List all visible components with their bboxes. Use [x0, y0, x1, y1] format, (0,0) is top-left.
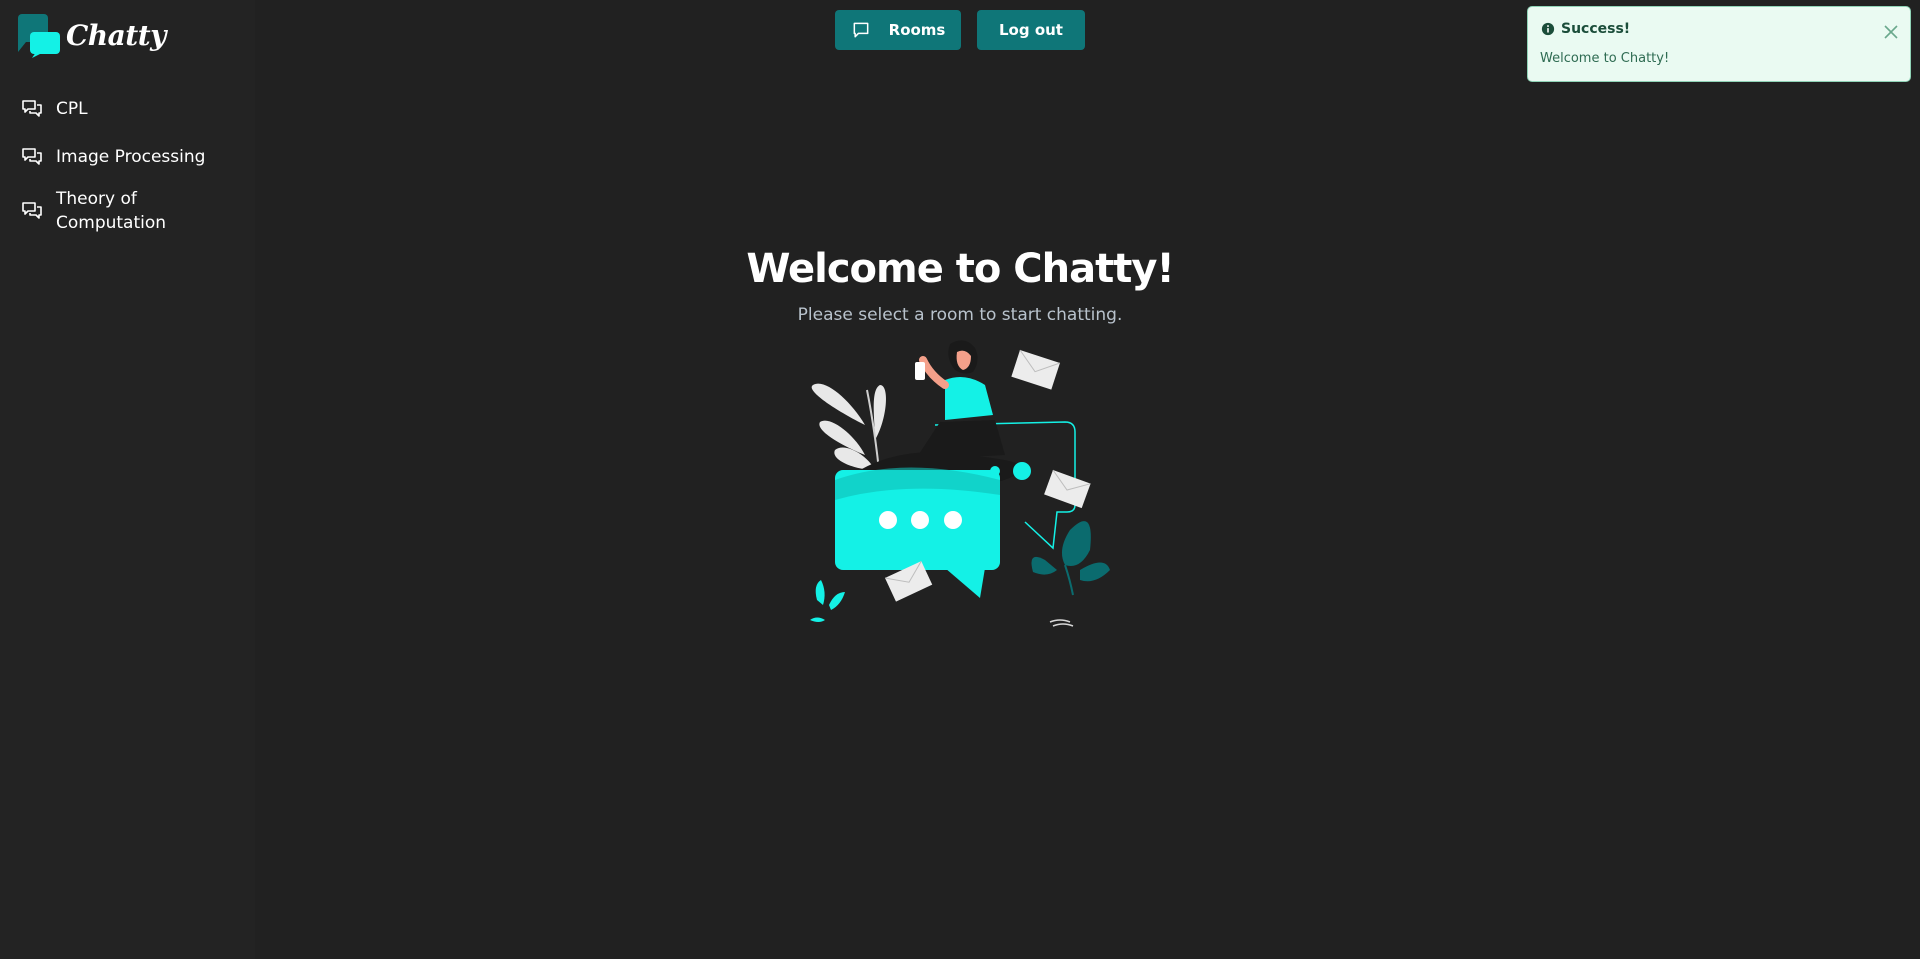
- chat-bubbles-icon: [22, 100, 42, 117]
- room-list: CPL Image Processing Theory of Computati…: [0, 90, 255, 236]
- sidebar-item-theory-of-computation[interactable]: Theory of Computation: [0, 186, 255, 236]
- toast-message: Welcome to Chatty!: [1540, 51, 1670, 66]
- sidebar-item-label: Theory of Computation: [56, 189, 167, 233]
- close-icon[interactable]: [1882, 23, 1900, 41]
- page-subtitle: Please select a room to start chatting.: [797, 305, 1123, 325]
- app-root: Chatty CPL Image Processing Theory of Co…: [0, 0, 1920, 959]
- logout-button[interactable]: Log out: [977, 10, 1085, 50]
- sidebar-item-label: CPL: [56, 99, 88, 119]
- chat-bubbles-icon: [22, 148, 42, 165]
- message-square-icon: [853, 22, 869, 38]
- app-logo[interactable]: Chatty: [16, 12, 166, 58]
- top-toolbar: Rooms Log out: [835, 10, 1085, 50]
- rooms-button-label: Rooms: [888, 21, 946, 39]
- info-icon: [1541, 22, 1555, 36]
- success-toast: Success! Welcome to Chatty!: [1527, 6, 1911, 82]
- chatty-logo-icon: [18, 14, 60, 58]
- logo-text: Chatty: [66, 18, 166, 52]
- sidebar-item-image-processing[interactable]: Image Processing: [0, 138, 255, 176]
- welcome-illustration: [810, 340, 1110, 627]
- toast-title: Success!: [1561, 21, 1631, 37]
- sidebar-item-label: Image Processing: [56, 147, 206, 167]
- toast-header: Success!: [1541, 21, 1630, 37]
- page-title: Welcome to Chatty!: [746, 246, 1174, 292]
- sidebar: Chatty CPL Image Processing Theory of Co…: [0, 0, 255, 959]
- chat-bubbles-icon: [22, 202, 42, 219]
- rooms-button[interactable]: Rooms: [835, 10, 961, 50]
- logout-button-label: Log out: [999, 21, 1063, 39]
- sidebar-item-cpl[interactable]: CPL: [0, 90, 255, 128]
